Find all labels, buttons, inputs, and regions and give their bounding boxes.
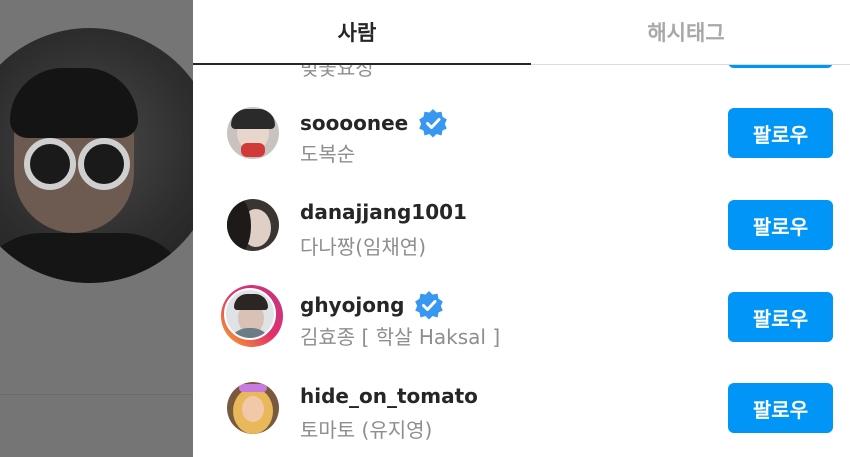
username-text[interactable]: ghyojong [300,293,404,317]
username-text[interactable]: hide_on_tomato [300,384,478,408]
fullname: 김효종 [ 학살 Haksal ] [300,325,501,349]
avatar[interactable] [227,107,279,159]
fullname: 다나짱(임채연) [300,235,427,259]
username[interactable]: hide_on_tomato [300,384,478,408]
list-item[interactable]: ghyojong 김효종 [ 학살 Haksal ] 팔로우 [193,268,850,358]
active-tab-indicator [193,63,531,65]
follow-button[interactable]: 팔로우 [728,108,833,158]
tab-hashtags[interactable]: 해시태그 [522,0,850,64]
follow-button[interactable]: 팔로우 [728,292,833,342]
fullname: 토마토 (유지영) [300,418,433,442]
avatar[interactable] [227,199,279,251]
list-item[interactable]: danajjang1001 다나짱(임채연) 팔로우 [193,178,850,268]
verified-badge-icon [419,109,448,138]
list-item[interactable]: hide_on_tomato 토마토 (유지영) 팔로우 [193,358,850,448]
follow-button[interactable]: 팔로우 [728,200,833,250]
results-list[interactable]: 벚꽃요정 soooonee 도복순 팔로우 danajjang1001 다나짱(… [193,0,850,457]
username-text[interactable]: danajjang1001 [300,200,467,224]
background-overlay [0,0,217,457]
avatar[interactable] [227,382,279,434]
tab-people[interactable]: 사람 [193,0,521,64]
list-item[interactable]: soooonee 도복순 팔로우 [193,88,850,178]
search-results-panel: 벚꽃요정 soooonee 도복순 팔로우 danajjang1001 다나짱(… [193,0,850,457]
username[interactable]: ghyojong [300,290,444,320]
profile-avatar-large [0,28,217,283]
fullname: 도복순 [300,142,356,166]
search-tabs: 사람 해시태그 [193,0,850,65]
username[interactable]: soooonee [300,108,448,138]
divider [0,394,193,395]
username-text[interactable]: soooonee [300,111,408,135]
verified-badge-icon [415,291,444,320]
avatar-story-ring[interactable] [221,285,283,347]
follow-button[interactable]: 팔로우 [728,383,833,433]
username[interactable]: danajjang1001 [300,200,467,224]
